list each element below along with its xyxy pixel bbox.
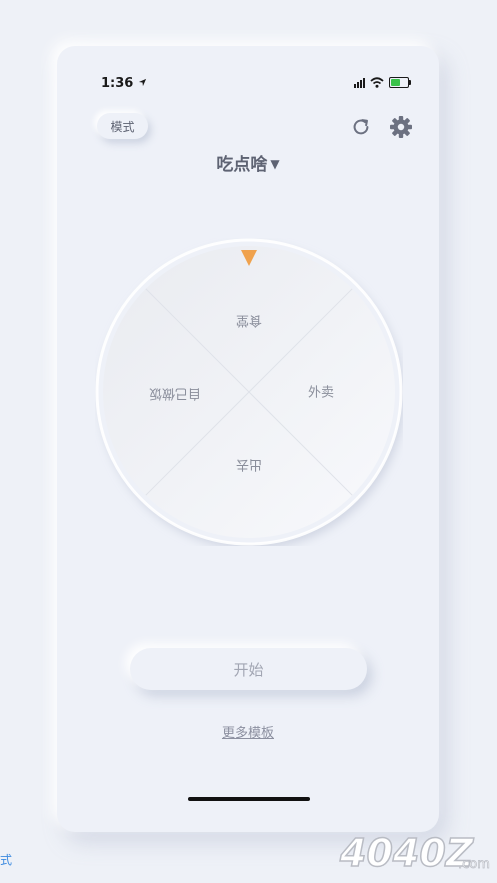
spin-wheel[interactable]: 食堂 外卖 出去 自己做饭 bbox=[95, 238, 403, 546]
status-icons bbox=[354, 77, 411, 88]
refresh-icon[interactable] bbox=[350, 116, 372, 138]
status-bar: 1:36 bbox=[57, 46, 439, 116]
battery-charging-icon bbox=[389, 77, 411, 88]
status-time: 1:36 bbox=[101, 76, 147, 91]
phone-screen: 1:36 模式 吃点啥 ▼ 食堂 外卖 出去 自己做饭 开始 更多模板 bbox=[57, 46, 439, 832]
page-title[interactable]: 吃点啥 ▼ bbox=[57, 150, 439, 175]
dropdown-caret-icon: ▼ bbox=[270, 157, 280, 171]
more-templates-link[interactable]: 更多模板 bbox=[57, 722, 439, 741]
wheel-segment-label: 外卖 bbox=[308, 386, 334, 401]
watermark-logo: 4040Z .com bbox=[338, 830, 490, 876]
mode-button[interactable]: 模式 bbox=[97, 113, 148, 139]
location-arrow-icon bbox=[138, 78, 146, 87]
wheel-segment-label: 自己做饭 bbox=[149, 386, 201, 401]
wheel-segment-label: 出去 bbox=[236, 457, 262, 472]
wheel-segment-label: 食堂 bbox=[236, 313, 262, 329]
gear-icon[interactable] bbox=[389, 115, 413, 139]
svg-text:.com: .com bbox=[458, 857, 490, 872]
wifi-icon bbox=[370, 77, 384, 88]
corner-text: 式 bbox=[0, 853, 13, 867]
home-indicator bbox=[188, 797, 310, 801]
start-button[interactable]: 开始 bbox=[130, 648, 367, 690]
cellular-signal-icon bbox=[354, 77, 365, 88]
svg-text:4040Z: 4040Z bbox=[339, 831, 475, 875]
